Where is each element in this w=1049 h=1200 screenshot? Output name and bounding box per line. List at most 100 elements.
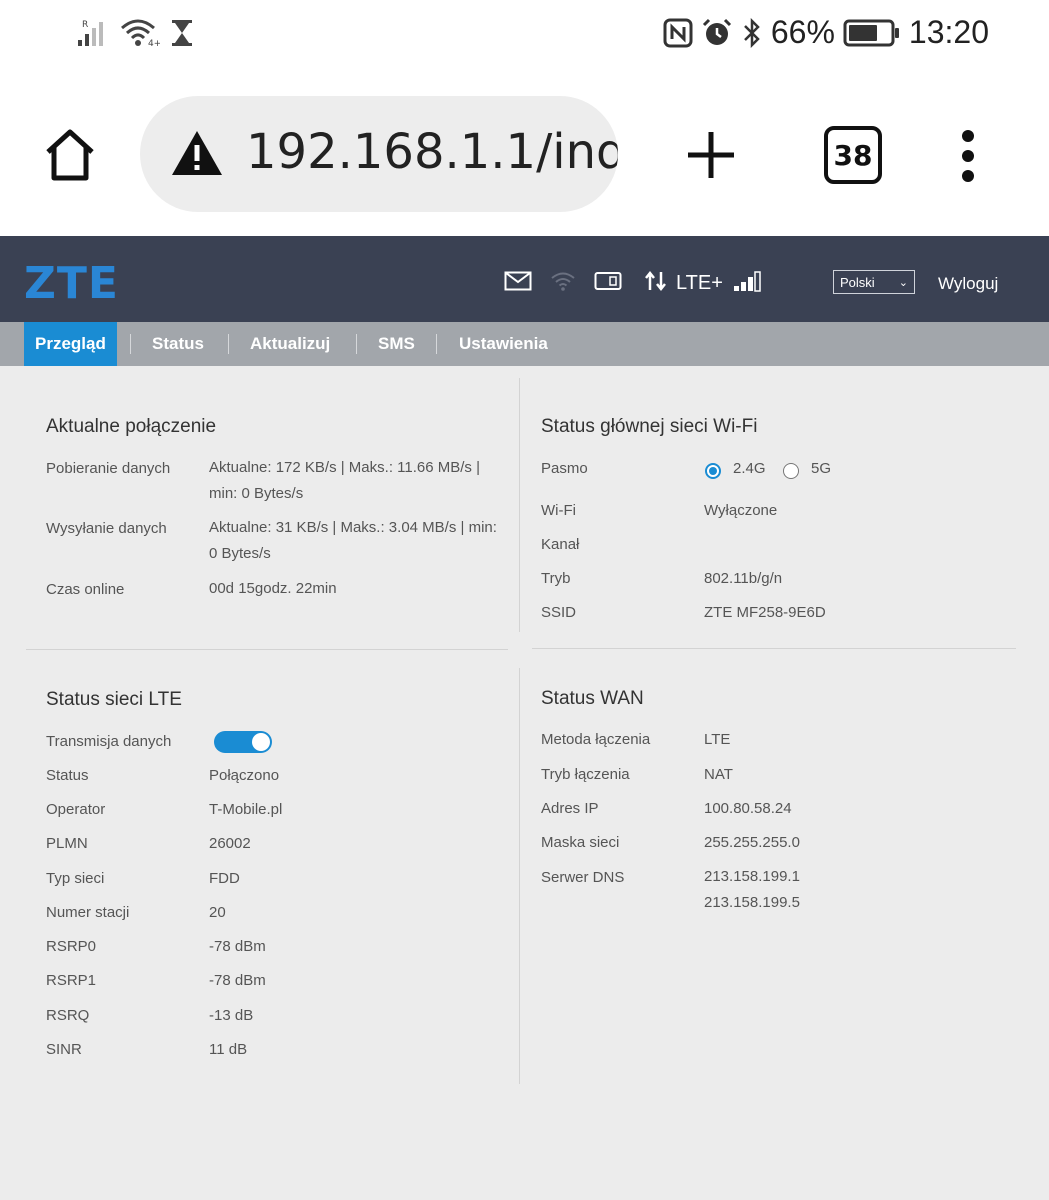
router-header: ZTE LTE+ Polski ⌄ Wyloguj (0, 236, 1049, 322)
lte-row-label: SINR (46, 1041, 82, 1058)
lte-row-value: -13 dB (209, 1007, 254, 1024)
mode-label: Tryb (541, 570, 571, 587)
nav-separator (436, 334, 437, 354)
upload-value: Aktualne: 31 KB/s | Maks.: 3.04 MB/s | m… (209, 515, 509, 567)
lte-row-value: T-Mobile.pl (209, 801, 283, 818)
main-nav: Przegląd Status Aktualizuj SMS Ustawieni… (0, 322, 1049, 366)
section-divider (532, 648, 1016, 649)
lte-row-label: RSRP1 (46, 972, 97, 989)
wan-row-value: 100.80.58.24 (704, 800, 792, 817)
download-label: Pobieranie danych (46, 460, 171, 477)
download-value: Aktualne: 172 KB/s | Maks.: 11.66 MB/s |… (209, 455, 509, 507)
online-time-label: Czas online (46, 581, 125, 598)
wifi-status-title: Status głównej sieci Wi-Fi (541, 416, 758, 437)
url-text: 192.168.1.1/inde (246, 124, 618, 180)
svg-text:R: R (82, 20, 88, 30)
lte-row-label: Status (46, 767, 89, 784)
envelope-icon[interactable] (504, 271, 532, 296)
wan-row-label: Adres IP (541, 800, 599, 817)
current-connection-title: Aktualne połączenie (46, 416, 217, 437)
bluetooth-icon (741, 17, 763, 48)
wan-row-label: Serwer DNS (541, 869, 625, 886)
band-label: Pasmo (541, 460, 588, 477)
nav-tab-status[interactable]: Status (152, 322, 204, 366)
wifi-value: Wyłączone (704, 502, 778, 519)
wan-row-value: NAT (704, 766, 733, 783)
wifi-icon (550, 271, 576, 296)
nav-tab-overview[interactable]: Przegląd (24, 322, 117, 366)
battery-percent: 66% (770, 14, 835, 50)
signal-strength-icon (733, 270, 765, 297)
lte-row-label: Typ sieci (46, 870, 105, 887)
lte-row-value: FDD (209, 870, 240, 887)
language-value: Polski (840, 275, 875, 290)
lte-row-value: 26002 (209, 835, 251, 852)
channel-label: Kanał (541, 536, 580, 553)
lte-row-value: -78 dBm (209, 972, 266, 989)
wan-row-value: LTE (704, 731, 731, 748)
network-type: LTE+ (676, 272, 723, 294)
nav-tab-update[interactable]: Aktualizuj (250, 322, 330, 366)
data-transmission-label: Transmisja danych (46, 733, 172, 750)
band-option-label: 5G (811, 460, 832, 477)
android-status-bar: R 4+ 66% 13:20 (0, 0, 1049, 76)
band-radio-5g[interactable] (783, 463, 799, 479)
wifi-label: Wi-Fi (541, 502, 576, 519)
lte-row-value: 11 dB (209, 1041, 248, 1058)
wan-row-value: 255.255.255.0 (704, 834, 800, 851)
data-transmission-toggle[interactable] (214, 731, 272, 753)
ssid-label: SSID (541, 604, 577, 621)
lte-row-label: RSRQ (46, 1007, 90, 1024)
column-divider (519, 668, 520, 1084)
nfc-icon (663, 18, 693, 48)
download-value-line: min: 0 Bytes/s (209, 485, 304, 502)
clock: 13:20 (908, 14, 989, 50)
lte-row-label: RSRP0 (46, 938, 97, 955)
wan-row-label: Metoda łączenia (541, 731, 651, 748)
svg-text:4+: 4+ (148, 39, 160, 48)
column-divider (519, 378, 520, 632)
warning-icon[interactable] (170, 129, 224, 182)
battery-icon (843, 18, 901, 48)
online-time-value: 00d 15godz. 22min (209, 580, 337, 597)
wan-row-label: Tryb łączenia (541, 766, 630, 783)
wifi-icon: 4+ (120, 18, 160, 48)
chevron-down-icon: ⌄ (898, 277, 908, 289)
lte-row-label: PLMN (46, 835, 88, 852)
mode-value: 802.11b/g/n (704, 570, 783, 587)
upload-value-line: 0 Bytes/s (209, 545, 271, 562)
download-value-line: Aktualne: 172 KB/s | Maks.: 11.66 MB/s | (209, 459, 480, 476)
lte-row-label: Numer stacji (46, 904, 130, 921)
lte-row-value: -78 dBm (209, 938, 266, 955)
data-transfer-icon (644, 270, 668, 297)
nav-separator (356, 334, 357, 354)
upload-value-line: Aktualne: 31 KB/s | Maks.: 3.04 MB/s | m… (209, 519, 497, 536)
wan-status-title: Status WAN (541, 688, 644, 709)
tab-switcher-button[interactable]: 38 (824, 126, 882, 184)
zte-logo: ZTE (24, 258, 119, 309)
section-divider (26, 649, 508, 650)
dns-value-line: 213.158.199.5 (704, 894, 800, 911)
alarm-icon (701, 18, 733, 48)
lte-status-title: Status sieci LTE (46, 689, 182, 710)
band-radio-24g[interactable] (705, 463, 721, 479)
nav-tab-sms[interactable]: SMS (378, 322, 415, 366)
lte-row-value: Połączono (209, 767, 280, 784)
lte-row-value: 20 (209, 904, 226, 921)
band-option-label: 2.4G (733, 460, 766, 477)
logout-link[interactable]: Wyloguj (938, 274, 998, 294)
browser-toolbar: 192.168.1.1/inde 38 (0, 76, 1049, 236)
new-tab-icon[interactable] (684, 128, 738, 182)
more-menu-icon[interactable] (958, 128, 978, 184)
nav-tab-settings[interactable]: Ustawienia (459, 322, 548, 366)
language-select[interactable]: Polski ⌄ (833, 270, 915, 294)
upload-label: Wysyłanie danych (46, 520, 167, 537)
home-icon[interactable] (40, 126, 100, 186)
address-bar[interactable]: 192.168.1.1/inde (140, 96, 618, 212)
toggle-knob (252, 733, 270, 751)
nav-separator (130, 334, 131, 354)
signal-icon: R (76, 18, 110, 48)
ssid-value: ZTE MF258-9E6D (704, 604, 826, 621)
lte-row-label: Operator (46, 801, 106, 818)
wan-row-label: Maska sieci (541, 834, 620, 851)
